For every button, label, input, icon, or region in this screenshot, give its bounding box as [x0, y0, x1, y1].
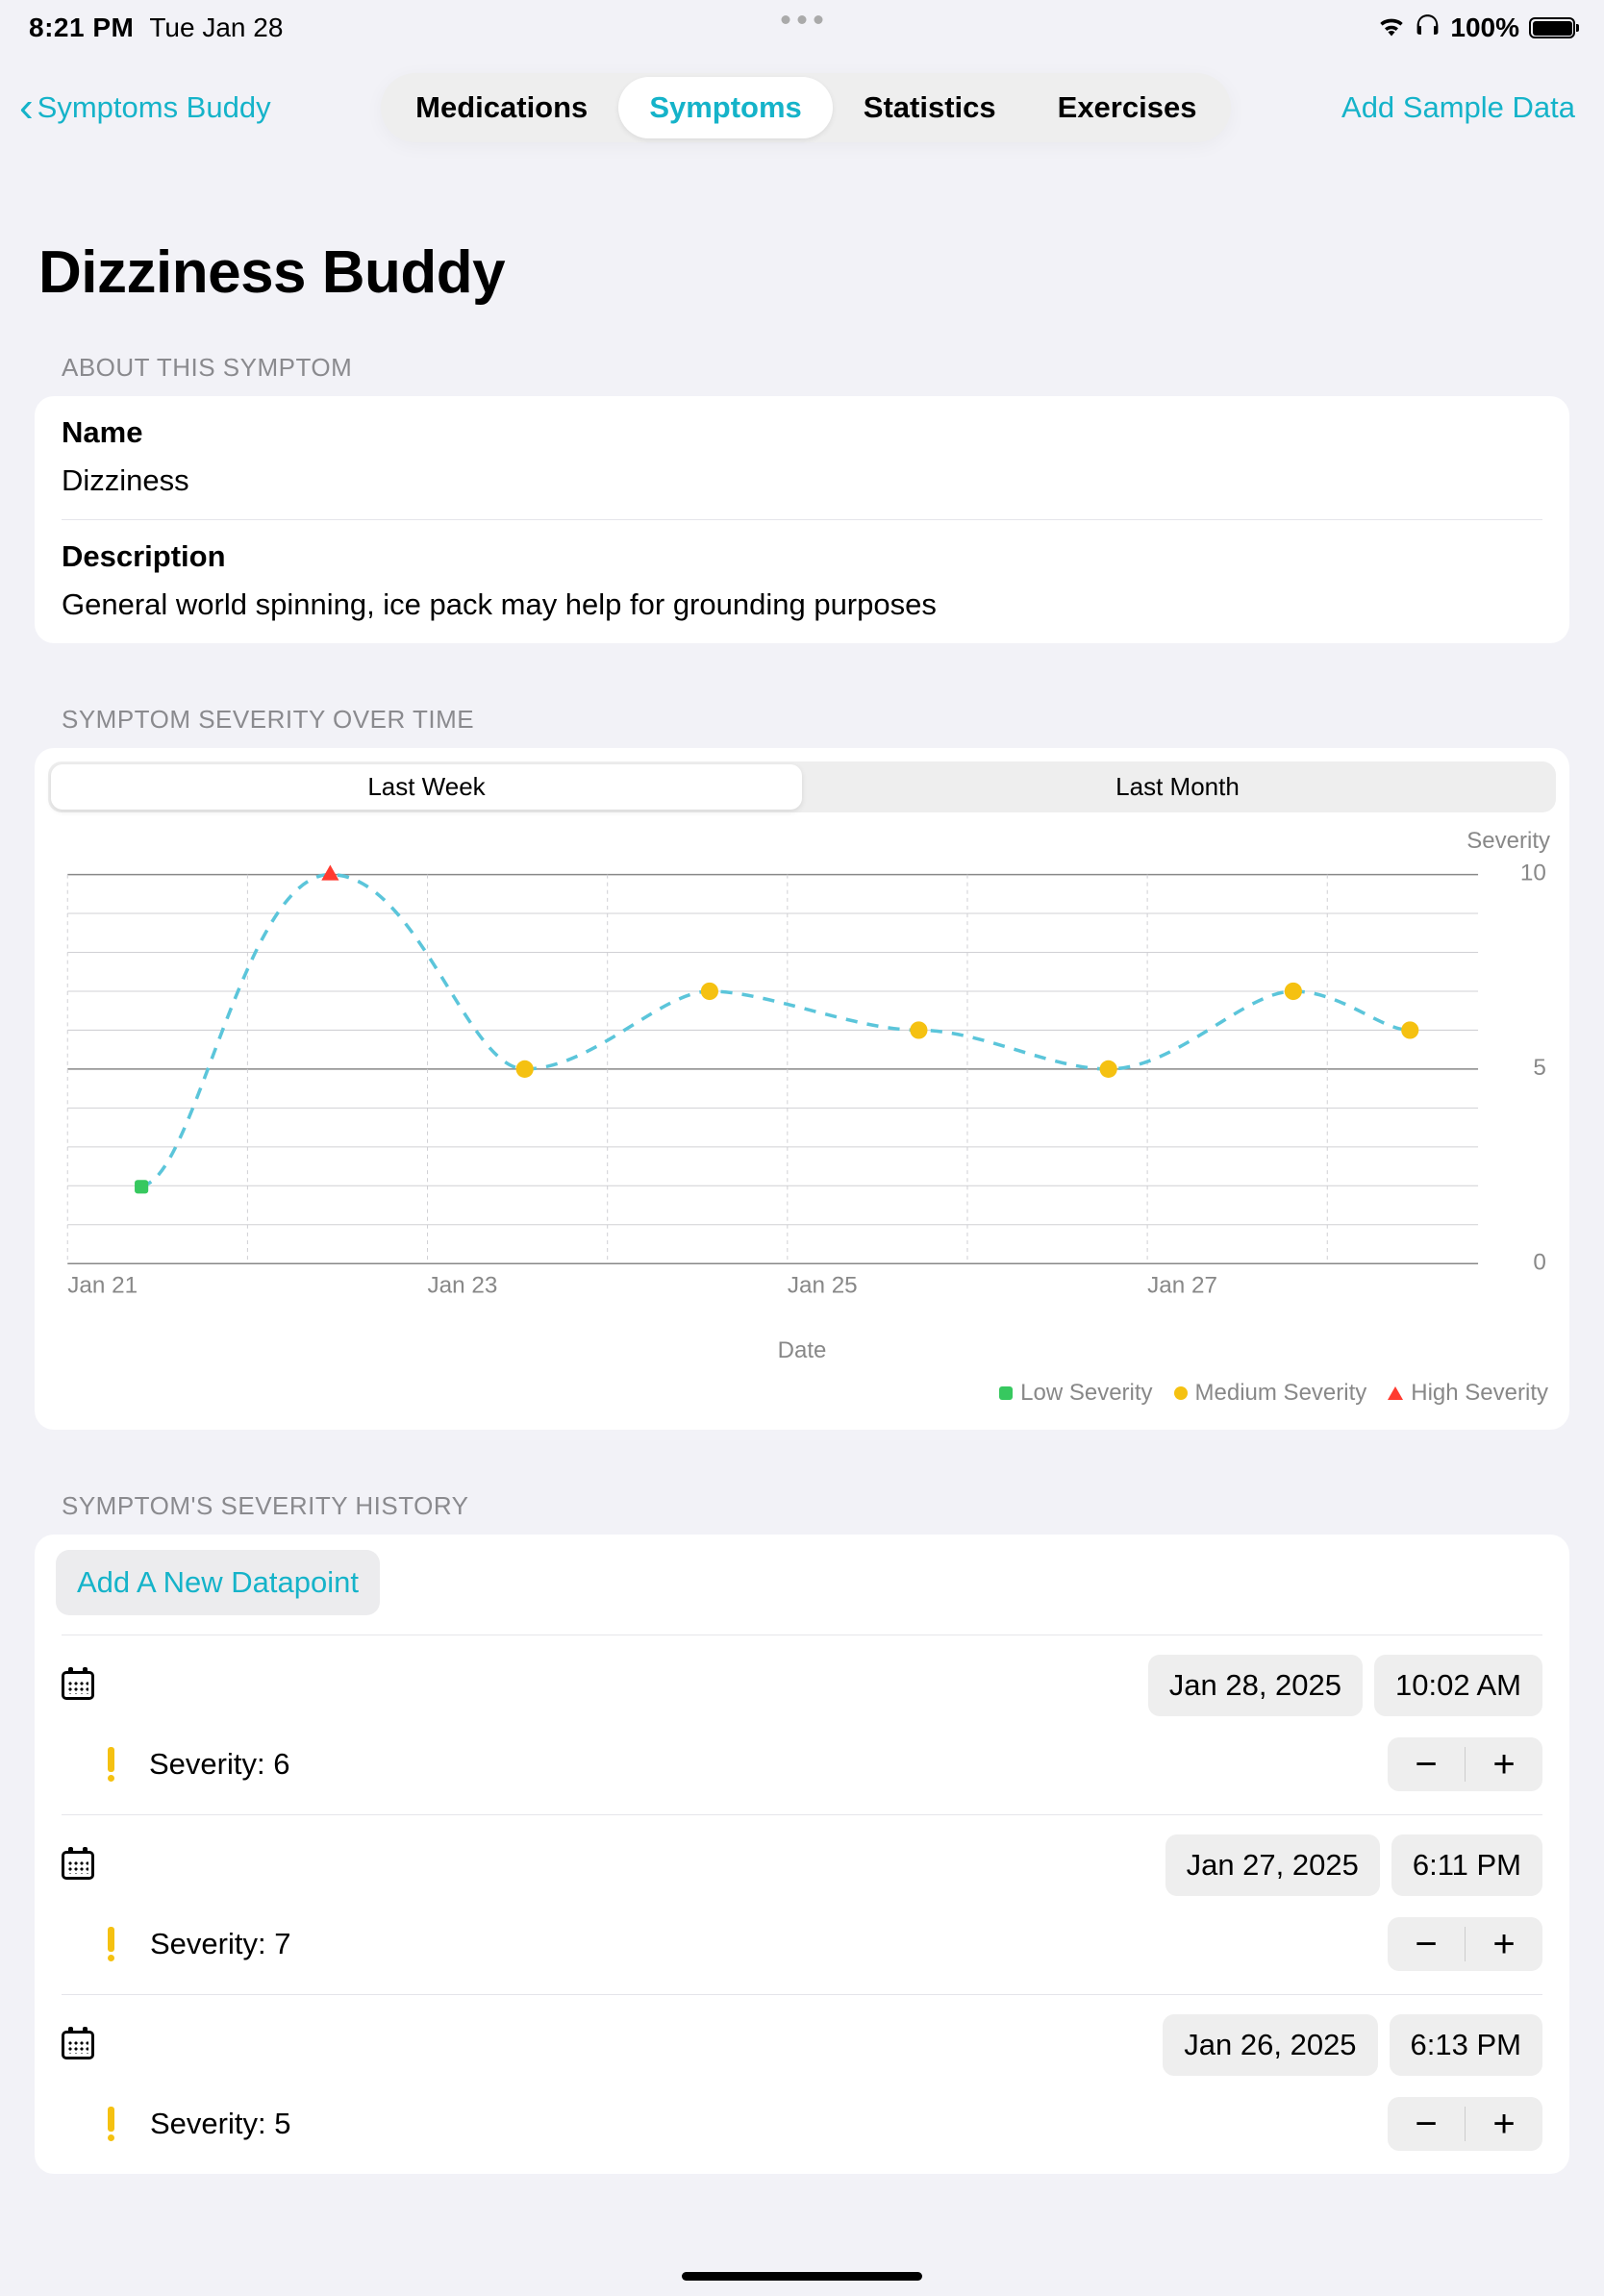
calendar-icon — [62, 2031, 94, 2059]
svg-text:10: 10 — [1520, 861, 1546, 886]
chart-card: Last Week Last Month Severity — [35, 748, 1569, 1430]
severity-stepper: − + — [1388, 1917, 1542, 1971]
legend-high-icon — [1388, 1386, 1403, 1400]
tab-symptoms[interactable]: Symptoms — [618, 77, 832, 138]
stepper-plus[interactable]: + — [1466, 1737, 1542, 1791]
x-axis-label: Date — [48, 1332, 1556, 1372]
multitask-dots[interactable] — [782, 15, 823, 24]
stepper-plus[interactable]: + — [1466, 2097, 1542, 2151]
exclamation-icon — [108, 2107, 115, 2141]
history-card: Add A New Datapoint Jan 28, 2025 10:02 A… — [35, 1535, 1569, 2174]
wifi-icon — [1378, 12, 1405, 43]
add-sample-data-button[interactable]: Add Sample Data — [1341, 90, 1575, 125]
chart-legend: Low Severity Medium Severity High Severi… — [48, 1372, 1556, 1416]
about-section-header: ABOUT THIS SYMPTOM — [35, 345, 1569, 396]
name-label: Name — [62, 415, 1542, 450]
exclamation-icon — [108, 1927, 115, 1961]
name-value: Dizziness — [62, 463, 1542, 498]
tab-exercises[interactable]: Exercises — [1027, 77, 1228, 138]
severity-stepper: − + — [1388, 2097, 1542, 2151]
back-button[interactable]: ‹ Symptoms Buddy — [19, 90, 271, 125]
chart-svg: 10 5 0 Jan 21 Jan 23 Jan 25 Jan 27 — [48, 826, 1556, 1332]
status-bar: 8:21 PM Tue Jan 28 100% — [0, 0, 1604, 46]
y-axis-label: Severity — [1466, 828, 1550, 855]
description-value: General world spinning, ice pack may hel… — [62, 587, 1542, 622]
tab-medications[interactable]: Medications — [385, 77, 618, 138]
stepper-minus[interactable]: − — [1388, 1917, 1465, 1971]
svg-text:Jan 23: Jan 23 — [428, 1273, 498, 1299]
battery-percent: 100% — [1450, 12, 1519, 43]
nav-bar: ‹ Symptoms Buddy Medications Symptoms St… — [0, 46, 1604, 162]
status-date: Tue Jan 28 — [149, 12, 283, 43]
marker-med — [1100, 1061, 1117, 1078]
svg-text:Jan 27: Jan 27 — [1147, 1273, 1217, 1299]
marker-med — [910, 1021, 927, 1038]
severity-chart: Severity — [48, 818, 1556, 1416]
severity-stepper: − + — [1388, 1737, 1542, 1791]
range-last-month[interactable]: Last Month — [802, 764, 1553, 810]
chart-section-header: SYMPTOM SEVERITY OVER TIME — [35, 697, 1569, 748]
range-segmented-control: Last Week Last Month — [48, 761, 1556, 812]
marker-med — [701, 983, 718, 1000]
tabs-segmented-control: Medications Symptoms Statistics Exercise… — [381, 73, 1231, 142]
home-indicator[interactable] — [682, 2272, 922, 2281]
severity-value: Severity: 6 — [149, 1747, 289, 1782]
legend-low-icon — [999, 1386, 1013, 1400]
svg-text:5: 5 — [1533, 1055, 1546, 1081]
about-card: Name Dizziness Description General world… — [35, 396, 1569, 643]
history-section-header: SYMPTOM'S SEVERITY HISTORY — [35, 1484, 1569, 1535]
marker-med — [1285, 983, 1302, 1000]
calendar-icon — [62, 1671, 94, 1700]
time-button[interactable]: 6:11 PM — [1391, 1834, 1542, 1896]
marker-low — [135, 1180, 148, 1193]
history-entry: Jan 27, 2025 6:11 PM Severity: 7 − + — [62, 1815, 1542, 1995]
headphone-icon — [1415, 12, 1441, 43]
stepper-minus[interactable]: − — [1388, 2097, 1465, 2151]
legend-med-icon — [1174, 1386, 1188, 1400]
back-label: Symptoms Buddy — [38, 90, 271, 125]
description-label: Description — [62, 539, 1542, 574]
add-datapoint-button[interactable]: Add A New Datapoint — [56, 1550, 380, 1615]
time-button[interactable]: 6:13 PM — [1390, 2014, 1542, 2076]
exclamation-icon — [108, 1747, 114, 1782]
range-last-week[interactable]: Last Week — [51, 764, 802, 810]
svg-text:Jan 25: Jan 25 — [788, 1273, 858, 1299]
history-entry: Jan 26, 2025 6:13 PM Severity: 5 − + — [62, 1995, 1542, 2174]
date-button[interactable]: Jan 26, 2025 — [1163, 2014, 1377, 2076]
severity-value: Severity: 5 — [150, 2107, 290, 2141]
svg-text:Jan 21: Jan 21 — [67, 1273, 138, 1299]
marker-high — [321, 864, 338, 880]
battery-icon — [1529, 17, 1575, 38]
marker-med — [1401, 1021, 1418, 1038]
calendar-icon — [62, 1851, 94, 1880]
time-button[interactable]: 10:02 AM — [1374, 1655, 1542, 1716]
stepper-plus[interactable]: + — [1466, 1917, 1542, 1971]
date-button[interactable]: Jan 27, 2025 — [1165, 1834, 1380, 1896]
svg-text:0: 0 — [1533, 1249, 1546, 1275]
stepper-minus[interactable]: − — [1388, 1737, 1465, 1791]
severity-value: Severity: 7 — [150, 1927, 290, 1961]
chevron-left-icon: ‹ — [19, 93, 34, 123]
history-entry: Jan 28, 2025 10:02 AM Severity: 6 − + — [62, 1635, 1542, 1815]
marker-med — [516, 1061, 534, 1078]
tab-statistics[interactable]: Statistics — [833, 77, 1027, 138]
status-time: 8:21 PM — [29, 12, 134, 43]
date-button[interactable]: Jan 28, 2025 — [1148, 1655, 1363, 1716]
page-title: Dizziness Buddy — [35, 162, 1569, 345]
